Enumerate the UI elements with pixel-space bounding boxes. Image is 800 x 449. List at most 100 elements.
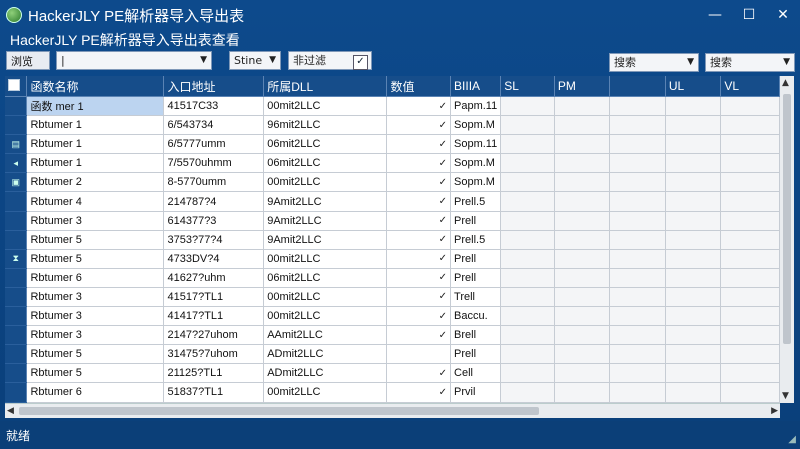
dll-cell[interactable]: 00mit2LLC (263, 287, 388, 308)
vl-cell[interactable] (720, 153, 780, 174)
entry-address-cell[interactable]: 2147?27uhom (163, 325, 265, 346)
biiia-cell[interactable]: Sopm.M (450, 172, 502, 193)
function-name-cell[interactable]: Rbtumer 5 (26, 363, 165, 384)
value-check-cell[interactable]: ✓ (386, 153, 452, 174)
biiia-cell[interactable]: Brell (450, 325, 502, 346)
table-row[interactable]: ◂ Rbtumer 1 7/5570uhmm 06mit2LLC ✓ Sopm.M (5, 153, 780, 174)
row-header-icon[interactable]: ▤ (5, 134, 28, 155)
value-check-cell[interactable]: ✓ (386, 268, 452, 288)
pm-cell[interactable] (554, 344, 611, 365)
horizontal-scrollbar[interactable]: ◀ ▶ (5, 403, 780, 418)
dll-cell[interactable]: ADmit2LLC (263, 363, 388, 384)
table-row[interactable]: Rbtumer 4 214787?4 9Amit2LLC ✓ Prell.5 (5, 191, 780, 212)
sl-cell[interactable] (500, 287, 555, 308)
vl-cell[interactable] (720, 172, 780, 193)
search-combo-2[interactable]: 搜索 ▼ (705, 53, 795, 72)
ul-cell[interactable] (665, 344, 722, 365)
blank-cell[interactable] (609, 249, 666, 269)
ul-cell[interactable] (665, 363, 722, 384)
pm-cell[interactable] (554, 153, 611, 174)
blank-cell[interactable] (609, 230, 666, 250)
vl-cell[interactable] (720, 382, 780, 403)
pm-cell[interactable] (554, 268, 611, 288)
ul-cell[interactable] (665, 96, 722, 117)
vl-cell[interactable] (720, 230, 780, 250)
value-check-cell[interactable]: ✓ (386, 382, 452, 403)
function-name-cell[interactable]: Rbtumer 3 (26, 306, 165, 327)
entry-address-cell[interactable]: 214787?4 (163, 191, 265, 212)
table-row[interactable]: ▤ Rbtumer 1 6/5777umm 06mit2LLC ✓ Sopm.11 (5, 134, 780, 155)
table-row[interactable]: ⧗ Rbtumer 5 4733DV?4 00mit2LLC ✓ Prell (5, 249, 780, 269)
value-check-cell[interactable]: ✓ (386, 172, 452, 193)
sl-cell[interactable] (500, 306, 555, 327)
table-row[interactable]: Rbtumer 1 6/543734 96mit2LLC ✓ Sopm.M (5, 115, 780, 136)
row-header-icon[interactable] (5, 287, 28, 308)
pm-cell[interactable] (554, 382, 611, 403)
select-all-header[interactable] (5, 76, 28, 97)
minimize-button[interactable]: — (698, 0, 732, 30)
sl-cell[interactable] (500, 172, 555, 193)
blank-cell[interactable] (609, 211, 666, 231)
scroll-left-icon[interactable]: ◀ (7, 404, 14, 418)
column-header[interactable]: BIIIA (450, 76, 502, 97)
biiia-cell[interactable]: Sopm.11 (450, 134, 502, 155)
dll-cell[interactable]: 06mit2LLC (263, 153, 388, 174)
function-name-cell[interactable]: Rbtumer 1 (26, 153, 165, 174)
scroll-right-icon[interactable]: ▶ (771, 404, 778, 418)
entry-address-cell[interactable]: 21125?TL1 (163, 363, 265, 384)
maximize-button[interactable]: ☐ (732, 0, 766, 30)
row-header-icon[interactable] (5, 96, 28, 117)
sl-cell[interactable] (500, 96, 555, 117)
blank-cell[interactable] (609, 115, 666, 136)
sl-cell[interactable] (500, 249, 555, 269)
dll-cell[interactable]: 00mit2LLC (263, 172, 388, 193)
horizontal-scroll-thumb[interactable] (19, 407, 539, 415)
table-row[interactable]: Rbtumer 3 2147?27uhom AAmit2LLC ✓ Brell (5, 325, 780, 346)
pm-cell[interactable] (554, 191, 611, 212)
biiia-cell[interactable]: Trell (450, 287, 502, 308)
row-header-icon[interactable] (5, 191, 28, 212)
entry-address-cell[interactable]: 614377?3 (163, 211, 265, 231)
entry-address-cell[interactable]: 7/5570uhmm (163, 153, 265, 174)
biiia-cell[interactable]: Baccu. (450, 306, 502, 327)
dll-cell[interactable]: 06mit2LLC (263, 134, 388, 155)
vl-cell[interactable] (720, 268, 780, 288)
value-check-cell[interactable]: ✓ (386, 325, 452, 346)
browse-button[interactable]: 浏览 (6, 51, 50, 70)
ul-cell[interactable] (665, 172, 722, 193)
function-name-cell[interactable]: Rbtumer 2 (26, 172, 165, 193)
row-header-icon[interactable] (5, 230, 28, 250)
function-name-cell[interactable]: Rbtumer 3 (26, 325, 165, 346)
ul-cell[interactable] (665, 115, 722, 136)
table-row[interactable]: Rbtumer 3 41417?TL1 00mit2LLC ✓ Baccu. (5, 306, 780, 327)
value-check-cell[interactable]: ✓ (386, 363, 452, 384)
blank-cell[interactable] (609, 172, 666, 193)
sl-cell[interactable] (500, 191, 555, 212)
sl-cell[interactable] (500, 363, 555, 384)
dll-cell[interactable]: 06mit2LLC (263, 268, 388, 288)
table-row[interactable]: Rbtumer 5 31475?7uhom ADmit2LLC Prell (5, 344, 780, 365)
sl-cell[interactable] (500, 382, 555, 403)
vl-cell[interactable] (720, 96, 780, 117)
row-header-icon[interactable]: ▣ (5, 172, 28, 193)
encoding-combo[interactable]: Stine ▼ (229, 51, 281, 70)
biiia-cell[interactable]: Prell (450, 344, 502, 365)
ul-cell[interactable] (665, 211, 722, 231)
ul-cell[interactable] (665, 382, 722, 403)
vl-cell[interactable] (720, 191, 780, 212)
function-name-cell[interactable]: Rbtumer 5 (26, 344, 165, 365)
column-header[interactable]: UL (665, 76, 722, 97)
value-check-cell[interactable] (386, 344, 452, 365)
vl-cell[interactable] (720, 306, 780, 327)
pm-cell[interactable] (554, 96, 611, 117)
dll-cell[interactable]: ADmit2LLC (263, 344, 388, 365)
column-header[interactable] (609, 76, 666, 97)
table-row[interactable]: ▣ Rbtumer 2 8-5770umm 00mit2LLC ✓ Sopm.M (5, 172, 780, 193)
blank-cell[interactable] (609, 344, 666, 365)
row-header-icon[interactable] (5, 268, 28, 288)
pm-cell[interactable] (554, 230, 611, 250)
biiia-cell[interactable]: Papm.11 (450, 96, 502, 117)
pm-cell[interactable] (554, 287, 611, 308)
value-check-cell[interactable]: ✓ (386, 287, 452, 308)
sl-cell[interactable] (500, 230, 555, 250)
